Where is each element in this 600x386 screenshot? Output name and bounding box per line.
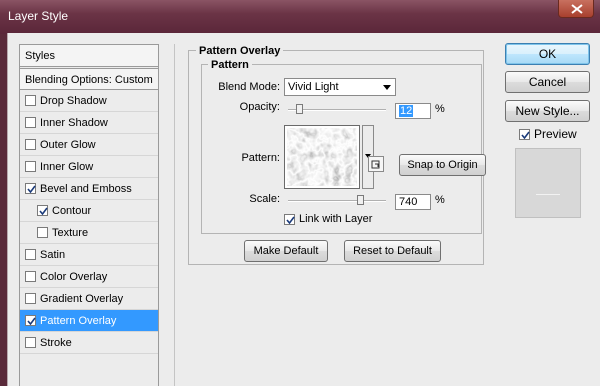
style-checkbox[interactable] bbox=[25, 337, 36, 348]
style-item-label: Satin bbox=[40, 248, 66, 261]
style-checkbox[interactable] bbox=[25, 139, 36, 150]
style-checkbox[interactable] bbox=[25, 293, 36, 304]
opacity-slider-thumb[interactable] bbox=[295, 104, 303, 114]
checkmark-icon bbox=[521, 131, 530, 139]
style-item-label: Texture bbox=[52, 226, 89, 239]
opacity-value: 12 bbox=[399, 105, 414, 117]
pattern-group: Pattern Blend Mode: Vivid Light Opacity:… bbox=[201, 59, 486, 234]
make-default-button[interactable]: Make Default bbox=[244, 240, 328, 262]
style-checkbox[interactable] bbox=[25, 315, 36, 326]
link-with-layer-checkbox[interactable]: Link with Layer bbox=[284, 213, 372, 225]
scale-slider-thumb[interactable] bbox=[356, 195, 364, 205]
new-preset-button[interactable] bbox=[368, 156, 384, 172]
window-title: Layer Style bbox=[8, 9, 69, 23]
style-item-label: Outer Glow bbox=[40, 138, 96, 151]
pattern-texture bbox=[287, 128, 357, 186]
ok-button[interactable]: OK bbox=[505, 43, 590, 65]
opacity-label: Opacity: bbox=[239, 101, 280, 113]
link-with-layer-label: Link with Layer bbox=[299, 213, 373, 225]
style-item-label: Bevel and Emboss bbox=[40, 182, 132, 195]
close-button[interactable] bbox=[558, 0, 594, 18]
style-checkbox[interactable] bbox=[37, 205, 48, 216]
pattern-overlay-group: Pattern Overlay Pattern Blend Mode: Vivi… bbox=[188, 45, 486, 265]
style-checkbox[interactable] bbox=[25, 117, 36, 128]
checkmark-icon bbox=[286, 216, 295, 224]
pattern-label: Pattern: bbox=[241, 152, 280, 164]
checkmark-icon bbox=[27, 317, 36, 326]
dialog-client: Styles Blending Options: Custom Drop Sha… bbox=[7, 33, 600, 386]
style-item-label: Color Overlay bbox=[40, 270, 108, 283]
link-checkbox-box[interactable] bbox=[284, 213, 295, 225]
scale-input[interactable]: 740 bbox=[395, 194, 431, 210]
style-item-label: Contour bbox=[52, 204, 92, 217]
style-item-drop-shadow[interactable]: Drop Shadow bbox=[20, 90, 158, 112]
title-bar: Layer Style bbox=[0, 0, 600, 34]
scale-label: Scale: bbox=[249, 193, 280, 205]
pattern-swatch[interactable] bbox=[284, 125, 360, 189]
style-item-label: Gradient Overlay bbox=[40, 292, 124, 305]
style-item-bevel-and-emboss[interactable]: Bevel and Emboss bbox=[20, 178, 158, 200]
scale-slider-track[interactable] bbox=[288, 200, 386, 202]
preview-checkbox[interactable]: Preview bbox=[519, 127, 577, 141]
blend-mode-select[interactable]: Vivid Light bbox=[284, 78, 396, 96]
dropdown-arrow-icon bbox=[383, 85, 391, 90]
new-preset-icon bbox=[371, 160, 380, 169]
style-item-label: Drop Shadow bbox=[40, 94, 107, 107]
checkmark-icon bbox=[27, 185, 36, 194]
style-checkbox[interactable] bbox=[37, 227, 48, 238]
cancel-button[interactable]: Cancel bbox=[505, 71, 590, 93]
style-item-inner-shadow[interactable]: Inner Shadow bbox=[20, 112, 158, 134]
opacity-input[interactable]: 12 bbox=[395, 103, 431, 119]
style-item-satin[interactable]: Satin bbox=[20, 244, 158, 266]
style-item-texture[interactable]: Texture bbox=[20, 222, 158, 244]
reset-to-default-button[interactable]: Reset to Default bbox=[344, 240, 441, 262]
pattern-overlay-panel: Pattern Overlay Pattern Blend Mode: Vivi… bbox=[174, 44, 494, 386]
scale-percent: % bbox=[435, 194, 445, 206]
new-style-button[interactable]: New Style... bbox=[505, 100, 590, 122]
style-item-label: Inner Glow bbox=[40, 160, 94, 173]
style-item-label: Inner Shadow bbox=[40, 116, 108, 129]
preview-label: Preview bbox=[534, 127, 577, 141]
style-checkbox[interactable] bbox=[25, 183, 36, 194]
style-checkbox[interactable] bbox=[25, 271, 36, 282]
style-checkbox[interactable] bbox=[25, 161, 36, 172]
preview-checkbox-box[interactable] bbox=[519, 128, 530, 140]
style-item-label: Stroke bbox=[40, 336, 72, 349]
blending-options-item[interactable]: Blending Options: Custom bbox=[20, 68, 158, 90]
styles-list: Styles Blending Options: Custom Drop Sha… bbox=[19, 44, 159, 386]
close-icon bbox=[571, 4, 583, 14]
checkmark-icon bbox=[39, 207, 48, 216]
style-item-pattern-overlay[interactable]: Pattern Overlay bbox=[20, 310, 158, 332]
opacity-percent: % bbox=[435, 103, 445, 115]
style-item-label: Pattern Overlay bbox=[40, 314, 117, 327]
scale-value: 740 bbox=[399, 196, 418, 208]
blend-mode-label: Blend Mode: bbox=[218, 81, 280, 93]
style-item-stroke[interactable]: Stroke bbox=[20, 332, 158, 354]
style-item-color-overlay[interactable]: Color Overlay bbox=[20, 266, 158, 288]
style-item-contour[interactable]: Contour bbox=[20, 200, 158, 222]
style-checkbox[interactable] bbox=[25, 249, 36, 260]
style-checkbox[interactable] bbox=[25, 95, 36, 106]
style-item-gradient-overlay[interactable]: Gradient Overlay bbox=[20, 288, 158, 310]
style-preview-thumbnail bbox=[515, 148, 581, 218]
snap-to-origin-button[interactable]: Snap to Origin bbox=[399, 154, 486, 176]
style-item-inner-glow[interactable]: Inner Glow bbox=[20, 156, 158, 178]
group-title: Pattern Overlay bbox=[196, 45, 284, 57]
blend-mode-value: Vivid Light bbox=[288, 81, 339, 93]
styles-header[interactable]: Styles bbox=[20, 45, 158, 67]
subgroup-title: Pattern bbox=[208, 59, 252, 71]
style-item-outer-glow[interactable]: Outer Glow bbox=[20, 134, 158, 156]
preview-highlight bbox=[536, 194, 560, 195]
